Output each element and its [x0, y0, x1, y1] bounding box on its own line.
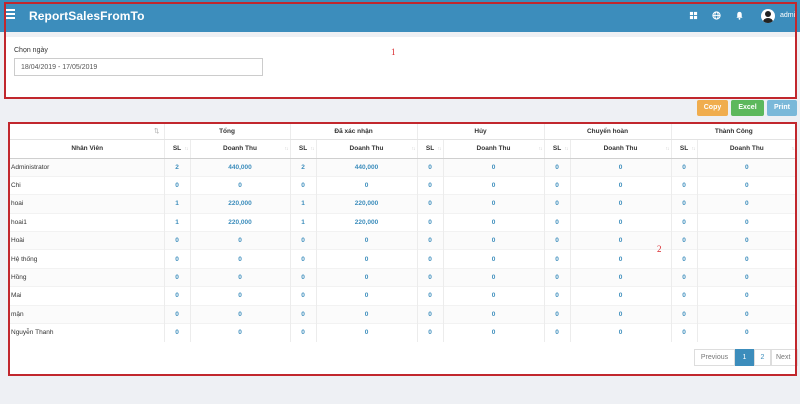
highlight-frame-1 [4, 2, 797, 99]
print-button[interactable]: Print [767, 100, 797, 116]
copy-button[interactable]: Copy [697, 100, 728, 116]
excel-button[interactable]: Excel [731, 100, 764, 116]
highlight-frame-2 [8, 122, 797, 376]
